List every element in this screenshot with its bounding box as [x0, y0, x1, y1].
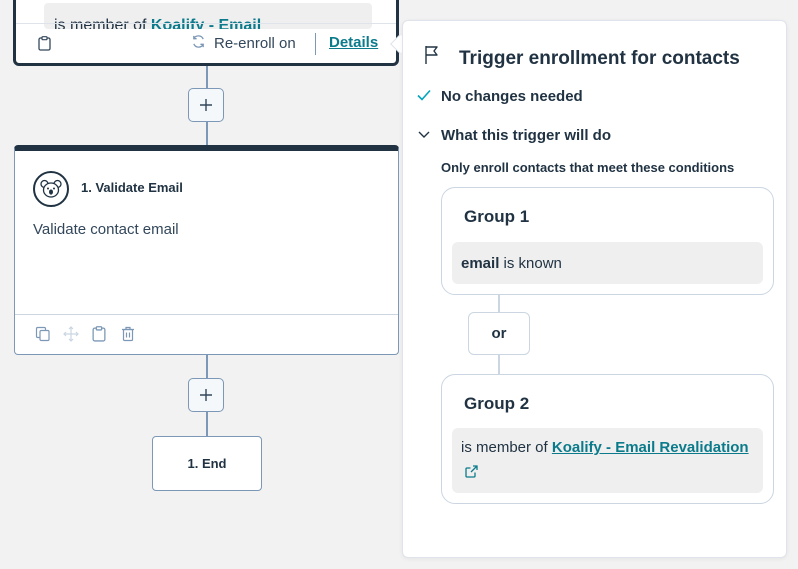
trigger-card[interactable]: is member of Koalify - Email Re-enroll o… [13, 0, 399, 66]
action-footer [15, 314, 398, 354]
condition-group-1: Group 1 email is known [441, 187, 774, 295]
status-row: No changes needed [417, 88, 583, 105]
panel-title: Trigger enrollment for contacts [459, 48, 740, 69]
paste-icon[interactable] [92, 326, 106, 347]
group-title: Group 2 [464, 394, 530, 413]
refresh-icon [191, 34, 206, 53]
workflow-canvas: is member of Koalify - Email Re-enroll o… [0, 0, 798, 569]
plus-icon [199, 92, 213, 118]
flag-icon [423, 45, 441, 70]
or-separator: or [468, 312, 530, 355]
trigger-footer: Re-enroll on Details [16, 23, 396, 63]
group-connector [498, 295, 500, 313]
koala-icon [33, 171, 69, 207]
condition-operator: is known [503, 255, 562, 272]
copy-icon[interactable] [35, 326, 51, 347]
list-link[interactable]: Koalify - Email Revalidation [552, 439, 749, 456]
details-link[interactable]: Details [329, 34, 378, 51]
external-link-icon[interactable] [465, 462, 478, 486]
group-connector [498, 355, 500, 375]
move-icon[interactable] [63, 326, 79, 347]
chevron-down-icon [417, 127, 431, 144]
action-description: Validate contact email [33, 221, 179, 238]
add-action-button[interactable] [188, 378, 224, 412]
section-label: What this trigger will do [441, 127, 611, 144]
trigger-details-panel: Trigger enrollment for contacts No chang… [402, 20, 787, 558]
clipboard-icon[interactable] [38, 36, 51, 56]
condition-group-2: Group 2 is member of Koalify - Email Rev… [441, 374, 774, 504]
group-condition: is member of Koalify - Email Revalidatio… [452, 428, 763, 493]
condition-prefix: is member of [461, 439, 548, 456]
conditions-subheading: Only enroll contacts that meet these con… [441, 160, 735, 175]
group-title: Group 1 [464, 207, 530, 226]
status-text: No changes needed [441, 88, 583, 105]
validate-email-action-card[interactable]: 1. Validate Email Validate contact email [14, 145, 399, 355]
trash-icon[interactable] [121, 326, 135, 347]
reenroll-label: Re-enroll on [214, 35, 296, 52]
reenroll-status[interactable]: Re-enroll on [191, 34, 296, 53]
check-icon [417, 88, 431, 105]
end-card[interactable]: 1. End [152, 436, 262, 491]
or-label: or [491, 325, 507, 342]
action-title: 1. Validate Email [81, 180, 183, 195]
plus-icon [199, 382, 213, 408]
trigger-summary-toggle[interactable]: What this trigger will do [417, 127, 611, 144]
end-title: 1. End [187, 456, 227, 471]
group-condition: email is known [452, 242, 763, 284]
condition-property: email [461, 255, 500, 272]
add-action-button[interactable] [188, 88, 224, 122]
divider [315, 33, 316, 55]
